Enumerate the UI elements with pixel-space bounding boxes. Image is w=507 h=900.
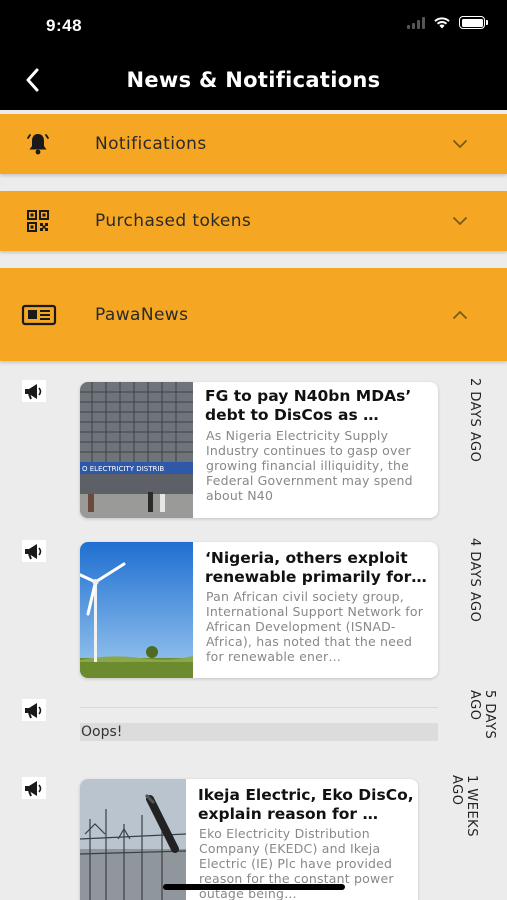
news-item[interactable]: Ikeja Electric, Eko DisCo, explain reaso… bbox=[0, 765, 507, 900]
thumbnail-sign-text: O ELECTRICITY DISTRIB bbox=[82, 465, 164, 473]
news-thumbnail bbox=[80, 542, 193, 678]
home-indicator[interactable] bbox=[163, 884, 345, 890]
section-notifications[interactable]: Notifications bbox=[0, 114, 507, 174]
news-card[interactable]: ‘Nigeria, others exploit renewable prima… bbox=[80, 542, 438, 678]
megaphone-icon bbox=[22, 699, 46, 721]
news-card[interactable]: O ELECTRICITY DISTRIB FG to pay N40bn MD… bbox=[80, 382, 438, 518]
news-date: 2 DAYS AGO bbox=[467, 378, 482, 463]
qr-code-icon bbox=[22, 205, 54, 237]
page-title: News & Notifications bbox=[126, 68, 381, 92]
section-purchased-tokens[interactable]: Purchased tokens bbox=[0, 191, 507, 251]
chevron-down-icon[interactable] bbox=[451, 135, 469, 153]
news-card[interactable]: Ikeja Electric, Eko DisCo, explain reaso… bbox=[80, 779, 418, 900]
news-error-text: Oops! bbox=[80, 723, 438, 741]
chevron-up-icon[interactable] bbox=[451, 306, 469, 324]
news-thumbnail bbox=[80, 779, 186, 900]
news-thumbnail: O ELECTRICITY DISTRIB bbox=[80, 382, 193, 518]
newspaper-icon bbox=[20, 299, 58, 331]
bell-icon bbox=[22, 128, 54, 160]
chevron-down-icon[interactable] bbox=[451, 212, 469, 230]
status-time: 9:48 bbox=[46, 16, 83, 35]
divider bbox=[80, 707, 438, 708]
cellular-signal-icon bbox=[407, 16, 425, 29]
news-item[interactable]: O ELECTRICITY DISTRIB FG to pay N40bn MD… bbox=[0, 370, 507, 525]
news-title: FG to pay N40bn MDAs’ debt to DisCos as … bbox=[205, 387, 412, 424]
megaphone-icon bbox=[22, 777, 46, 799]
news-date: 5 DAYS AGO bbox=[467, 690, 497, 740]
battery-icon bbox=[459, 16, 488, 29]
news-date: 1 WEEKS AGO bbox=[449, 775, 479, 837]
news-excerpt: Pan African civil society group, Interna… bbox=[206, 589, 424, 664]
section-label: PawaNews bbox=[95, 304, 189, 325]
news-excerpt: As Nigeria Electricity Supply Industry c… bbox=[206, 428, 413, 503]
megaphone-icon bbox=[22, 380, 46, 402]
section-label: Notifications bbox=[95, 134, 207, 154]
navigation-bar: News & Notifications bbox=[0, 50, 507, 110]
status-icons bbox=[407, 16, 488, 29]
news-title: ‘Nigeria, others exploit renewable prima… bbox=[205, 549, 427, 586]
megaphone-icon bbox=[22, 540, 46, 562]
section-label: Purchased tokens bbox=[95, 211, 252, 231]
news-title: Ikeja Electric, Eko DisCo, explain reaso… bbox=[198, 786, 414, 823]
wifi-icon bbox=[434, 17, 450, 29]
status-bar: 9:48 bbox=[0, 0, 507, 50]
news-item[interactable]: ‘Nigeria, others exploit renewable prima… bbox=[0, 530, 507, 685]
news-date: 4 DAYS AGO bbox=[467, 538, 482, 623]
section-pawanews[interactable]: PawaNews bbox=[0, 268, 507, 361]
